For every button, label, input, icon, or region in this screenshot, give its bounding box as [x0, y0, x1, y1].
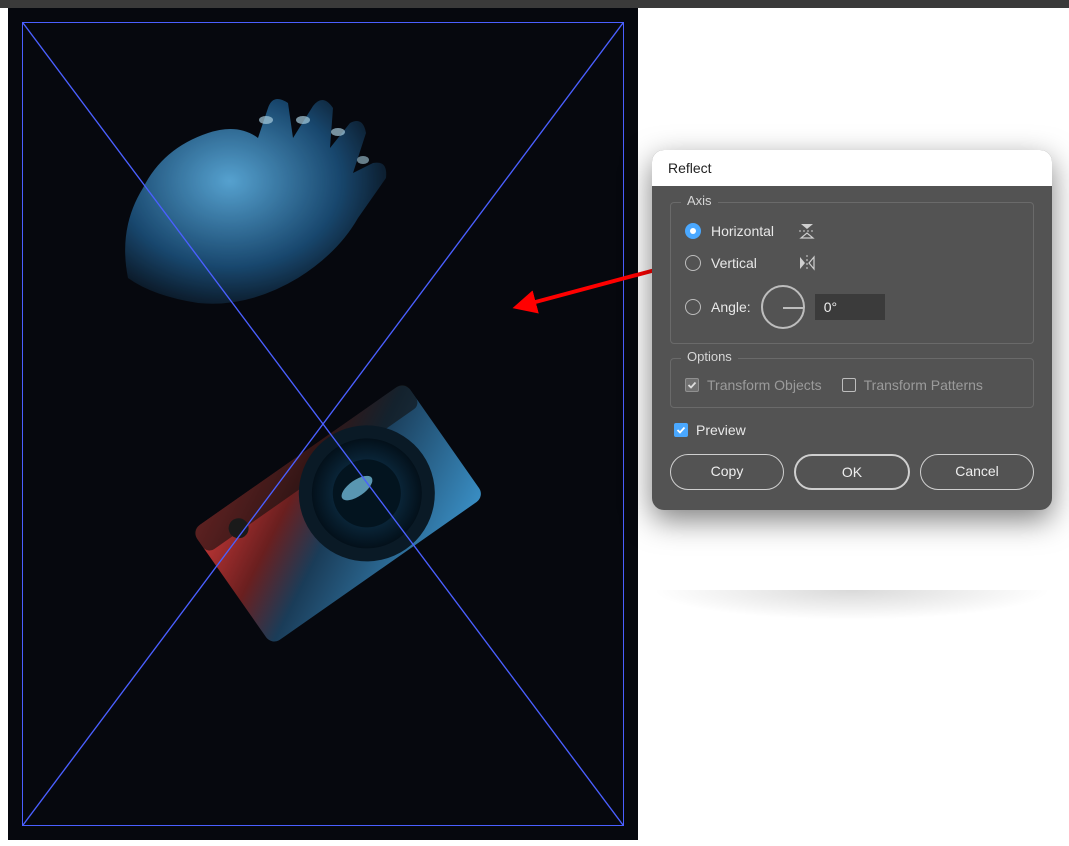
axis-vertical-label: Vertical [711, 255, 787, 271]
axis-horizontal-row[interactable]: Horizontal [685, 221, 1019, 241]
options-group-label: Options [681, 349, 738, 364]
transform-objects-label: Transform Objects [707, 377, 822, 393]
copy-button[interactable]: Copy [670, 454, 784, 490]
axis-group: Axis Horizontal Vertical [670, 202, 1034, 344]
transform-patterns-checkbox [842, 378, 856, 392]
app-top-bar [0, 0, 1069, 8]
dialog-title: Reflect [652, 150, 1052, 186]
reflect-horizontal-icon [797, 221, 817, 241]
selection-bounding-box[interactable] [22, 22, 624, 826]
ok-button[interactable]: OK [794, 454, 910, 490]
cancel-button[interactable]: Cancel [920, 454, 1034, 490]
transform-patterns-option: Transform Patterns [842, 377, 983, 393]
transform-objects-checkbox [685, 378, 699, 392]
preview-option[interactable]: Preview [674, 422, 1034, 438]
axis-vertical-row[interactable]: Vertical [685, 253, 1019, 273]
reflect-dialog: Reflect Axis Horizontal Vertical [652, 150, 1052, 510]
angle-dial[interactable] [761, 285, 805, 329]
transform-patterns-label: Transform Patterns [864, 377, 983, 393]
preview-checkbox[interactable] [674, 423, 688, 437]
axis-vertical-radio[interactable] [685, 255, 701, 271]
axis-angle-label: Angle: [711, 299, 751, 315]
angle-input[interactable] [815, 294, 885, 320]
preview-label: Preview [696, 422, 746, 438]
transform-objects-option: Transform Objects [685, 377, 822, 393]
reflect-vertical-icon [797, 253, 817, 273]
axis-horizontal-label: Horizontal [711, 223, 787, 239]
options-group: Options Transform Objects Transform Patt… [670, 358, 1034, 408]
axis-angle-radio[interactable] [685, 299, 701, 315]
axis-group-label: Axis [681, 193, 718, 208]
dialog-buttons: Copy OK Cancel [670, 454, 1034, 490]
dialog-shadow [652, 590, 1052, 620]
axis-angle-row[interactable]: Angle: [685, 285, 1019, 329]
canvas-image[interactable] [8, 8, 638, 840]
axis-horizontal-radio[interactable] [685, 223, 701, 239]
